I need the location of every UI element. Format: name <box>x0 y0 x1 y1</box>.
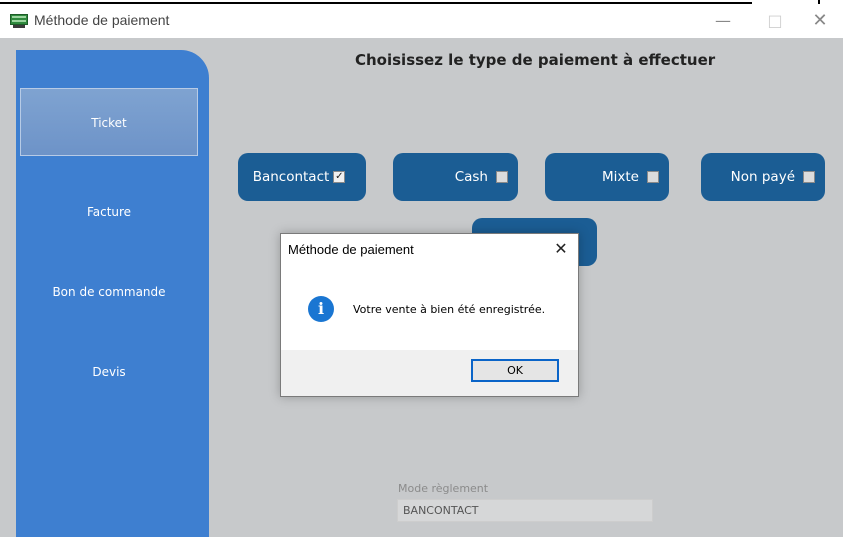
maximize-icon: □ <box>767 10 783 30</box>
payment-option-bancontact[interactable]: Bancontact ✓ <box>238 153 366 201</box>
payment-option-non-paye[interactable]: Non payé <box>701 153 825 201</box>
minimize-button[interactable]: — <box>700 4 746 36</box>
dialog-message: Votre vente à bien été enregistrée. <box>353 303 546 316</box>
payment-option-label: Bancontact <box>252 169 330 185</box>
window-title: Méthode de paiement <box>34 12 170 28</box>
sidebar-item-devis[interactable]: Devis <box>20 338 198 406</box>
close-icon: ✕ <box>554 239 568 258</box>
dialog-close-button[interactable]: ✕ <box>550 238 572 260</box>
non-paye-checkbox[interactable] <box>803 171 815 183</box>
cash-checkbox[interactable] <box>496 171 508 183</box>
checkmark-icon: ✓ <box>335 171 344 182</box>
mixte-checkbox[interactable] <box>647 171 659 183</box>
message-dialog: Méthode de paiement ✕ i Votre vente à bi… <box>280 233 579 397</box>
sidebar-item-ticket[interactable]: Ticket <box>20 88 198 156</box>
payment-option-mixte[interactable]: Mixte <box>545 153 669 201</box>
sidebar: Ticket Facture Bon de commande Devis <box>16 50 209 537</box>
sidebar-item-facture[interactable]: Facture <box>20 178 198 246</box>
sidebar-item-bon-de-commande[interactable]: Bon de commande <box>20 258 198 326</box>
dialog-footer: OK <box>281 350 578 396</box>
dialog-title: Méthode de paiement <box>288 242 414 257</box>
app-icon <box>10 14 28 28</box>
close-icon: ✕ <box>812 9 828 31</box>
page-title: Choisissez le type de paiement à effectu… <box>355 51 716 69</box>
mode-reglement-label: Mode règlement <box>398 482 489 495</box>
bancontact-checkbox[interactable]: ✓ <box>333 171 346 183</box>
payment-option-cash[interactable]: Cash <box>393 153 518 201</box>
minimize-icon: — <box>715 10 731 30</box>
window-close-button[interactable]: ✕ <box>797 4 843 36</box>
payment-option-label: Non payé <box>730 169 795 185</box>
ok-button[interactable]: OK <box>471 359 559 382</box>
maximize-button[interactable]: □ <box>752 4 798 36</box>
payment-option-label: Cash <box>454 169 488 185</box>
payment-option-label: Mixte <box>602 169 639 185</box>
mode-reglement-field[interactable]: BANCONTACT <box>397 499 653 522</box>
window-titlebar: Méthode de paiement — □ ✕ <box>0 4 843 38</box>
info-icon: i <box>308 296 334 322</box>
